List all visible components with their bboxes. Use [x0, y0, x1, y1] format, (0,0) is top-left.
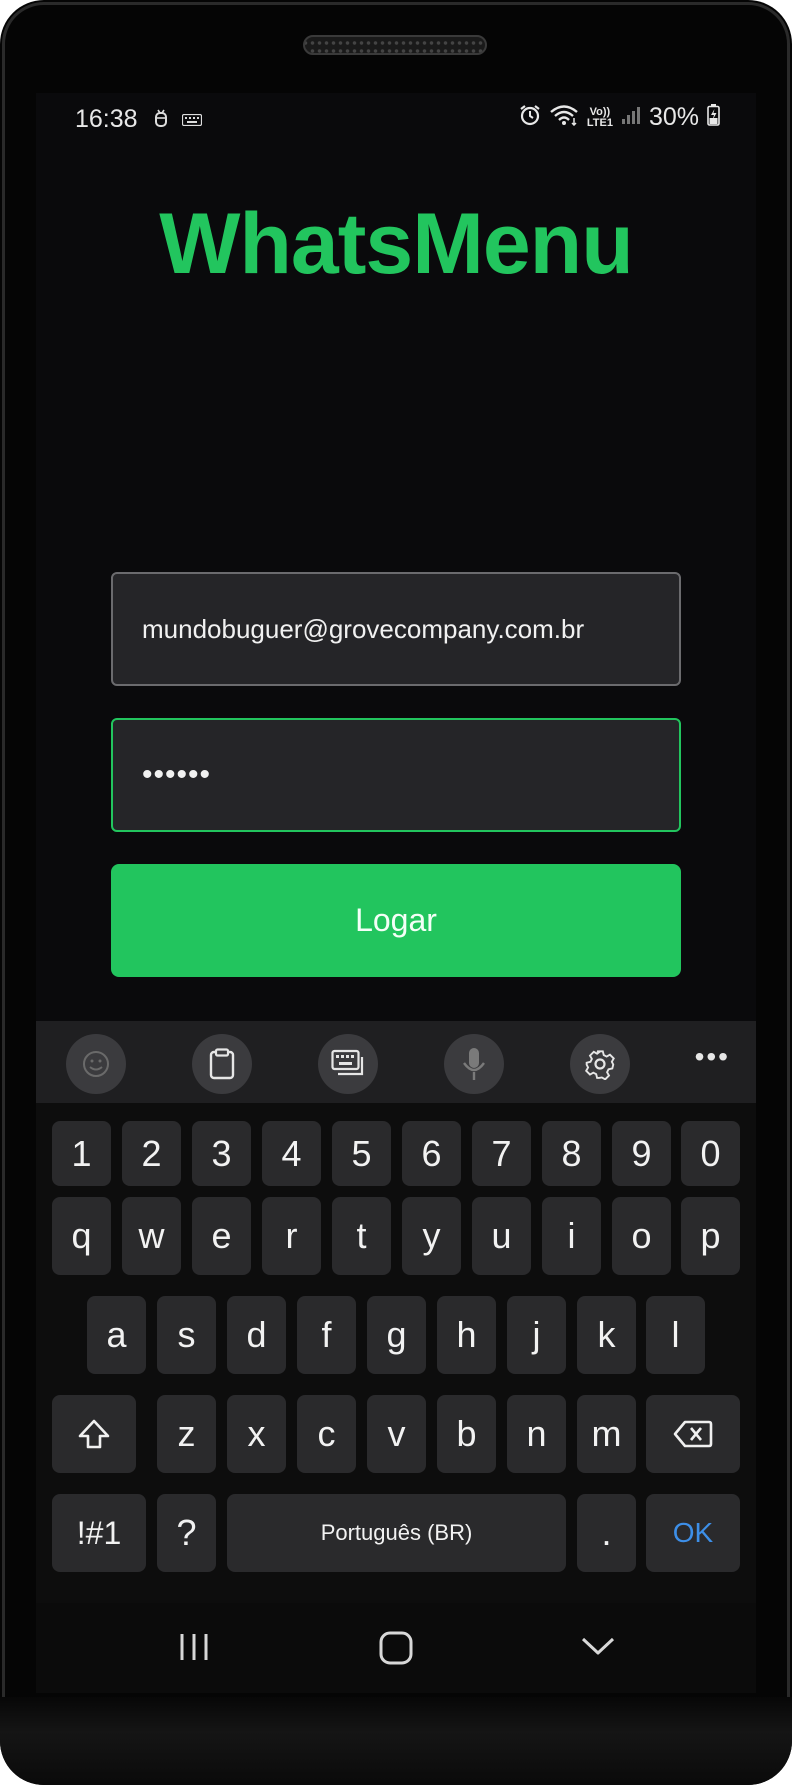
key-a[interactable]: a: [87, 1296, 146, 1374]
key-6[interactable]: 6: [402, 1121, 461, 1186]
key-m[interactable]: m: [577, 1395, 636, 1473]
key-q[interactable]: q: [52, 1197, 111, 1275]
key-s[interactable]: s: [157, 1296, 216, 1374]
signal-icon: [621, 105, 641, 130]
emoji-icon[interactable]: [66, 1034, 126, 1094]
alarm-icon: [519, 104, 541, 131]
battery-percentage: 30%: [648, 103, 699, 131]
key-h[interactable]: h: [437, 1296, 496, 1374]
keyboard-mode-icon[interactable]: [318, 1034, 378, 1094]
key-v[interactable]: v: [367, 1395, 426, 1473]
key-j[interactable]: j: [507, 1296, 566, 1374]
key-9[interactable]: 9: [612, 1121, 671, 1186]
key-r[interactable]: r: [262, 1197, 321, 1275]
key-e[interactable]: e: [192, 1197, 251, 1275]
app-title: WhatsMenu: [159, 196, 634, 292]
key-1[interactable]: 1: [52, 1121, 111, 1186]
key-l[interactable]: l: [646, 1296, 705, 1374]
shift-icon: [78, 1419, 110, 1449]
recent-apps-icon[interactable]: [177, 1631, 211, 1668]
login-button[interactable]: Logar: [111, 864, 681, 977]
key-c[interactable]: c: [297, 1395, 356, 1473]
backspace-icon: [673, 1420, 713, 1448]
keyboard-icon: [181, 113, 203, 131]
key-t[interactable]: t: [332, 1197, 391, 1275]
key-4[interactable]: 4: [262, 1121, 321, 1186]
phone-bottom-bezel: [0, 1697, 792, 1785]
key-y[interactable]: y: [402, 1197, 461, 1275]
key-5[interactable]: 5: [332, 1121, 391, 1186]
wifi-icon: [549, 104, 579, 131]
key-u[interactable]: u: [472, 1197, 531, 1275]
key-g[interactable]: g: [367, 1296, 426, 1374]
battery-charging-icon: [707, 104, 720, 131]
login-button-label: Logar: [355, 902, 437, 938]
key-x[interactable]: x: [227, 1395, 286, 1473]
email-field-value: mundobuguer@grovecompany.com.br: [142, 613, 585, 644]
password-field[interactable]: ••••••: [111, 718, 681, 832]
password-field-value: ••••••: [142, 758, 212, 791]
key-3[interactable]: 3: [192, 1121, 251, 1186]
key-d[interactable]: d: [227, 1296, 286, 1374]
shift-key[interactable]: [52, 1395, 136, 1473]
symbols-key[interactable]: !#1: [52, 1494, 146, 1572]
status-time: 16:38: [75, 105, 138, 133]
key-p[interactable]: p: [681, 1197, 740, 1275]
clipboard-icon[interactable]: [192, 1034, 252, 1094]
key-i[interactable]: i: [542, 1197, 601, 1275]
phone-frame: 16:38 Vo)) LTE1 30% WhatsMenu mundobugue…: [0, 0, 792, 1785]
more-options-icon[interactable]: •••: [695, 1041, 730, 1073]
backspace-key[interactable]: [646, 1395, 740, 1473]
bug-icon: [154, 109, 168, 134]
soft-keyboard: ••• 1 2 3 4 5 6 7 8 9 0 q w e r t y u i …: [36, 1021, 756, 1693]
key-f[interactable]: f: [297, 1296, 356, 1374]
key-w[interactable]: w: [122, 1197, 181, 1275]
keyboard-toolbar: •••: [36, 1021, 756, 1103]
ok-key[interactable]: OK: [646, 1494, 740, 1572]
key-7[interactable]: 7: [472, 1121, 531, 1186]
status-bar: 16:38 Vo)) LTE1 30%: [36, 93, 756, 145]
key-b[interactable]: b: [437, 1395, 496, 1473]
email-field[interactable]: mundobuguer@grovecompany.com.br: [111, 572, 681, 686]
key-k[interactable]: k: [577, 1296, 636, 1374]
back-icon[interactable]: [580, 1631, 616, 1668]
home-icon[interactable]: [378, 1631, 414, 1670]
key-o[interactable]: o: [612, 1197, 671, 1275]
microphone-icon[interactable]: [444, 1034, 504, 1094]
key-n[interactable]: n: [507, 1395, 566, 1473]
key-8[interactable]: 8: [542, 1121, 601, 1186]
earpiece-speaker: [303, 35, 487, 55]
key-2[interactable]: 2: [122, 1121, 181, 1186]
question-key[interactable]: ?: [157, 1494, 216, 1572]
key-0[interactable]: 0: [681, 1121, 740, 1186]
settings-icon[interactable]: [570, 1034, 630, 1094]
period-key[interactable]: .: [577, 1494, 636, 1572]
volte-indicator: Vo)) LTE1: [586, 105, 613, 129]
phone-screen: 16:38 Vo)) LTE1 30% WhatsMenu mundobugue…: [36, 93, 756, 1693]
key-z[interactable]: z: [157, 1395, 216, 1473]
space-key[interactable]: Português (BR): [227, 1494, 566, 1572]
navigation-bar: [36, 1603, 756, 1693]
